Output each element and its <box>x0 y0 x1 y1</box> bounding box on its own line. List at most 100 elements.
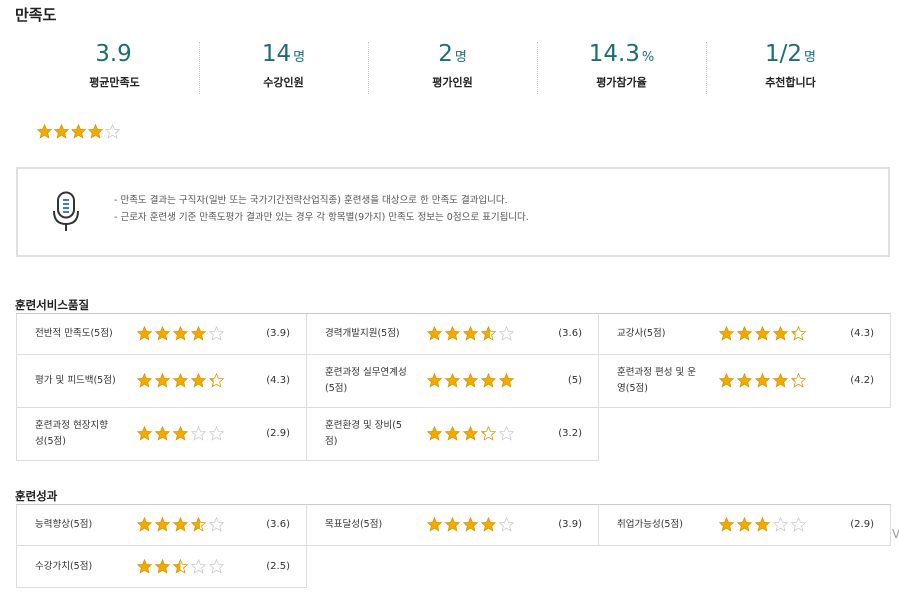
star-partial-icon <box>173 559 188 574</box>
microphone-icon <box>52 191 80 237</box>
star-full-icon <box>137 517 152 532</box>
star-full-icon <box>71 124 86 139</box>
rating-score: (5) <box>567 375 582 386</box>
star-full-icon <box>173 517 188 532</box>
stat-value: 3.9 <box>95 41 132 67</box>
stat-participation-rate: 14.3% 평가참가율 <box>537 40 706 100</box>
star-partial-icon <box>209 373 224 388</box>
star-full-icon <box>737 517 752 532</box>
star-full-icon <box>773 373 788 388</box>
star-full-icon <box>54 124 69 139</box>
section-title-service-quality: 훈련서비스품질 <box>15 298 90 312</box>
star-empty-icon <box>791 517 806 532</box>
stat-value: 14 <box>261 41 292 67</box>
rating-stars <box>427 373 514 388</box>
star-full-icon <box>427 426 442 441</box>
star-empty-icon <box>209 559 224 574</box>
star-full-icon <box>155 326 170 341</box>
star-full-icon <box>737 373 752 388</box>
stat-average-satisfaction: 3.9 평균만족도 <box>30 40 199 100</box>
rating-item-label: 전반적 만족도(5점) <box>35 328 113 339</box>
rating-item-label: 훈련과정 실무연계성(5점) <box>325 367 407 394</box>
stat-unit: % <box>641 50 655 65</box>
star-empty-icon <box>209 326 224 341</box>
star-partial-icon <box>88 124 103 139</box>
rating-score: (4.3) <box>266 375 290 386</box>
rating-stars <box>137 426 224 441</box>
rating-item: 평가 및 피드백(5점) (4.3) <box>16 355 307 408</box>
rating-item-label: 취업가능성(5점) <box>617 519 683 530</box>
star-full-icon <box>445 326 460 341</box>
star-partial-icon <box>481 326 496 341</box>
star-full-icon <box>137 326 152 341</box>
star-empty-icon <box>773 517 788 532</box>
notice-text: - 만족도 결과는 구직자(일반 또는 국가기간전략산업직종) 훈련생을 대상으… <box>114 192 529 226</box>
rating-item: 훈련과정 현장지향성(5점) (2.9) <box>16 408 307 461</box>
rating-score: (2.9) <box>266 428 290 439</box>
notice-line: - 만족도 결과는 구직자(일반 또는 국가기간전략산업직종) 훈련생을 대상으… <box>114 195 508 206</box>
star-full-icon <box>427 517 442 532</box>
star-full-icon <box>155 426 170 441</box>
star-full-icon <box>463 373 478 388</box>
star-full-icon <box>445 426 460 441</box>
star-full-icon <box>737 326 752 341</box>
rating-score: (2.9) <box>850 519 874 530</box>
star-full-icon <box>463 326 478 341</box>
star-partial-icon <box>791 373 806 388</box>
rating-score: (4.3) <box>850 328 874 339</box>
stat-label: 평균만족도 <box>89 76 140 89</box>
star-empty-icon <box>191 426 206 441</box>
star-empty-icon <box>209 517 224 532</box>
star-partial-icon <box>481 426 496 441</box>
stat-recommend: 1/2 명 추천합니다 <box>706 40 875 100</box>
star-full-icon <box>137 559 152 574</box>
stat-enrolled: 14 명 수강인원 <box>199 40 368 100</box>
star-full-icon <box>719 373 734 388</box>
rating-item-label: 훈련과정 편성 및 운영(5점) <box>617 367 696 394</box>
stat-label: 평가참가율 <box>596 76 647 89</box>
rating-stars <box>137 373 224 388</box>
rating-score: (3.6) <box>558 328 582 339</box>
rating-item: 능력향상(5점) (3.6) <box>16 505 307 546</box>
rating-item: 경력개발지원(5점) (3.6) <box>307 314 599 355</box>
page-title: 만족도 <box>15 6 57 24</box>
star-full-icon <box>755 373 770 388</box>
rating-item: 수강가치(5점) (2.5) <box>16 546 307 588</box>
rating-item: 훈련과정 실무연계성(5점) (5) <box>307 355 599 408</box>
rating-item-label: 교강사(5점) <box>617 328 666 339</box>
rating-score: (3.6) <box>266 519 290 530</box>
rating-item-label: 훈련환경 및 장비(5점) <box>325 420 402 447</box>
rating-item-label: 경력개발지원(5점) <box>325 328 400 339</box>
stat-unit: 명 <box>293 50 306 65</box>
star-empty-icon <box>499 517 514 532</box>
star-empty-icon <box>499 326 514 341</box>
star-full-icon <box>463 517 478 532</box>
stat-label: 수강인원 <box>263 76 304 89</box>
rating-item: 목표달성(5점) (3.9) <box>307 505 599 546</box>
stat-unit: 명 <box>804 50 816 65</box>
star-partial-icon <box>173 426 188 441</box>
rating-item: 훈련환경 및 장비(5점) (3.2) <box>307 408 599 461</box>
rating-item-label: 목표달성(5점) <box>325 519 383 530</box>
star-full-icon <box>137 426 152 441</box>
rating-stars <box>719 517 806 532</box>
star-partial-icon <box>191 517 206 532</box>
star-partial-icon <box>191 326 206 341</box>
rating-item-label: 훈련과정 현장지향성(5점) <box>35 420 108 447</box>
star-full-icon <box>155 559 170 574</box>
rating-item-label: 평가 및 피드백(5점) <box>35 375 116 386</box>
star-full-icon <box>191 373 206 388</box>
stat-label: 평가인원 <box>432 76 473 89</box>
star-full-icon <box>481 373 496 388</box>
rating-stars <box>137 517 224 532</box>
star-full-icon <box>499 373 514 388</box>
outcomes-grid: 능력향상(5점) (3.6) 목표달성(5점) (3.9) 취업가능성(5점) … <box>16 504 891 588</box>
star-full-icon <box>719 326 734 341</box>
star-partial-icon <box>791 326 806 341</box>
stat-value: 14.3 <box>588 41 640 67</box>
stat-label: 추천합니다 <box>765 76 816 89</box>
rating-score: (4.2) <box>850 375 874 386</box>
summary-star-rating <box>37 124 120 139</box>
notice-line: - 근로자 훈련생 기준 만족도평가 결과만 있는 경우 각 항목별(9가지) … <box>114 212 529 223</box>
star-full-icon <box>173 373 188 388</box>
